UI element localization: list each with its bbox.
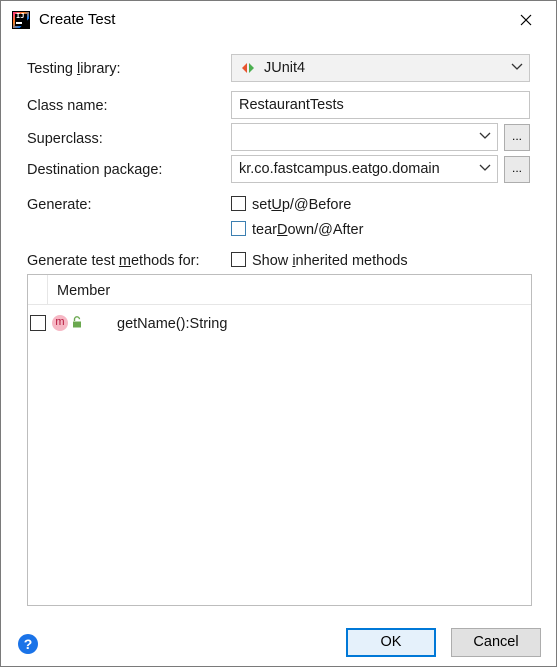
title-bar: IJ Create Test	[1, 1, 556, 39]
method-icon: m	[52, 315, 68, 331]
testing-library-select[interactable]: JUnit4	[231, 54, 530, 82]
destination-package-combo[interactable]: kr.co.fastcampus.eatgo.domain	[231, 155, 498, 183]
destination-package-value: kr.co.fastcampus.eatgo.domain	[239, 161, 440, 177]
chevron-down-icon	[479, 132, 491, 139]
chevron-down-icon	[479, 164, 491, 171]
method-signature: getName():String	[117, 316, 228, 332]
setup-checkbox[interactable]	[231, 196, 246, 211]
setup-checkbox-label: setUp/@Before	[252, 197, 352, 213]
member-checkbox[interactable]	[30, 315, 46, 331]
generate-label: Generate:	[27, 197, 92, 213]
generate-methods-label: Generate test methods for:	[27, 253, 200, 269]
unlocked-public-icon	[73, 316, 81, 328]
destination-package-browse-button[interactable]: ...	[504, 156, 530, 183]
dialog-title: Create Test	[39, 11, 116, 28]
destination-package-label: Destination package:	[27, 162, 163, 178]
show-inherited-label: Show inherited methods	[252, 253, 408, 269]
create-test-dialog: IJ Create Test Testing library: JUnit4 C…	[0, 0, 557, 667]
intellij-app-icon: IJ	[12, 11, 30, 29]
class-name-label: Class name:	[27, 98, 108, 114]
teardown-checkbox[interactable]	[231, 221, 246, 236]
help-button[interactable]: ?	[18, 634, 38, 654]
junit-icon	[242, 63, 254, 73]
cancel-button[interactable]: Cancel	[451, 628, 541, 657]
member-column-header[interactable]: Member	[57, 283, 110, 299]
close-button[interactable]	[509, 7, 543, 33]
class-name-input[interactable]: RestaurantTests	[231, 91, 530, 119]
class-name-value: RestaurantTests	[239, 97, 344, 113]
close-icon	[520, 14, 532, 26]
superclass-browse-button[interactable]: ...	[504, 124, 530, 151]
ok-button[interactable]: OK	[346, 628, 436, 657]
show-inherited-checkbox[interactable]	[231, 252, 246, 267]
header-separator	[47, 275, 48, 304]
member-table: Member m getName():String	[27, 274, 532, 606]
table-header: Member	[28, 275, 531, 305]
chevron-down-icon	[511, 63, 523, 70]
testing-library-label: Testing library:	[27, 61, 121, 77]
superclass-combo[interactable]	[231, 123, 498, 151]
table-row[interactable]: m getName():String	[28, 311, 531, 335]
testing-library-value: JUnit4	[264, 60, 306, 76]
superclass-label: Superclass:	[27, 131, 103, 147]
teardown-checkbox-label: tearDown/@After	[252, 222, 364, 238]
